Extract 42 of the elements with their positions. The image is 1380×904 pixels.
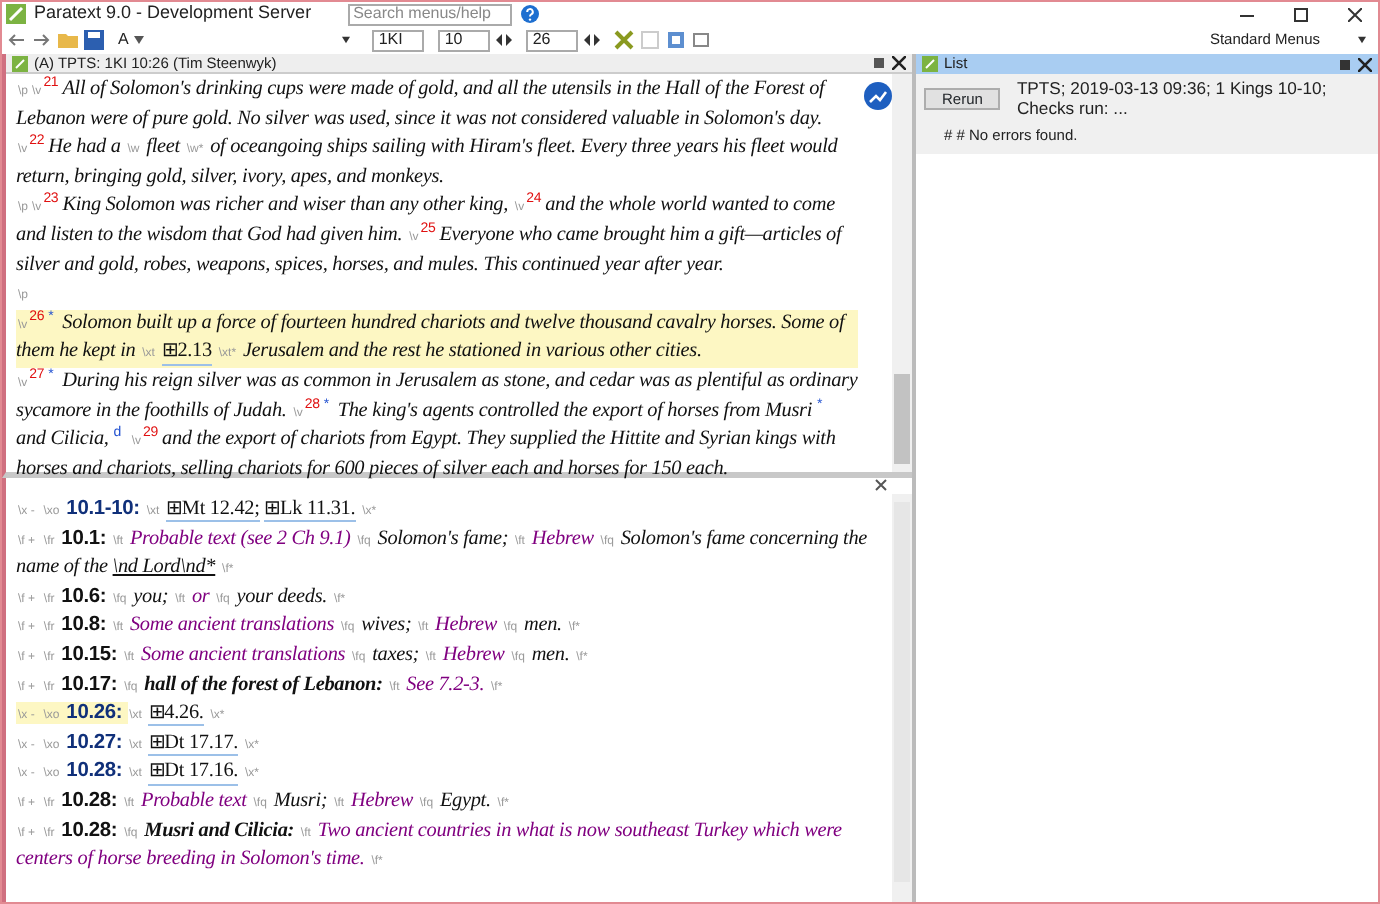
cross-reference-link[interactable]: ⊞Lk 11.31. (264, 500, 356, 523)
footnote-caller-link[interactable]: * (816, 397, 823, 412)
search-field[interactable]: Search menus/help (347, 3, 512, 25)
pin-icon[interactable] (1338, 57, 1352, 71)
scrollbar[interactable] (892, 494, 912, 902)
close-icon[interactable] (892, 56, 906, 70)
cross-reference-link[interactable]: ⊞Dt 17.16. (148, 762, 239, 786)
window-list-icon[interactable] (692, 30, 713, 50)
verse-field[interactable]: 26 (526, 29, 579, 51)
close-icon[interactable] (874, 478, 888, 492)
window-layout-icon[interactable] (666, 30, 687, 50)
spinner-arrows-icon[interactable] (584, 30, 601, 50)
spinner-arrows-icon[interactable] (496, 30, 513, 50)
scrollbar[interactable] (892, 74, 912, 472)
forward-arrow-icon[interactable] (32, 30, 52, 50)
back-arrow-icon[interactable] (6, 30, 26, 50)
book-selector[interactable]: 1KI (372, 29, 425, 51)
maximize-icon[interactable] (1294, 7, 1308, 21)
footnote-caller-link[interactable]: d (113, 426, 121, 441)
dropdown-caret-icon[interactable] (1358, 36, 1366, 44)
edit-icon (12, 55, 28, 71)
cross-reference-link[interactable]: ⊞Mt 12.42; (166, 500, 260, 523)
close-icon[interactable] (1348, 7, 1362, 21)
window-title: Paratext 9.0 - Development Server (34, 0, 312, 27)
list-icon (922, 56, 938, 72)
save-icon[interactable] (84, 30, 104, 50)
cross-reference-link[interactable]: ⊞Dt 17.17. (148, 733, 239, 756)
dropdown-caret-icon[interactable] (342, 36, 351, 44)
font-button[interactable]: A (118, 28, 129, 52)
app-logo-icon (6, 4, 26, 24)
help-icon[interactable] (519, 4, 540, 24)
cross-reference-link[interactable]: ⊞2.13 (161, 342, 212, 366)
chapter-field[interactable]: 10 (438, 29, 491, 51)
footnote-caller-link[interactable]: * (48, 309, 54, 324)
close-icon[interactable] (1358, 57, 1372, 71)
cross-reference-link[interactable]: ⊞4.26. (148, 704, 204, 727)
dropdown-caret-icon[interactable] (134, 36, 145, 44)
pin-icon[interactable] (872, 56, 886, 70)
chart-circle-icon[interactable] (864, 82, 892, 110)
footnote-caller-link[interactable]: * (323, 397, 329, 412)
footnote-caller-link[interactable]: * (48, 367, 54, 382)
check-summary: TPTS; 2019-03-13 09:36; 1 Kings 10-10; Checks run: ... (1016, 78, 1329, 118)
